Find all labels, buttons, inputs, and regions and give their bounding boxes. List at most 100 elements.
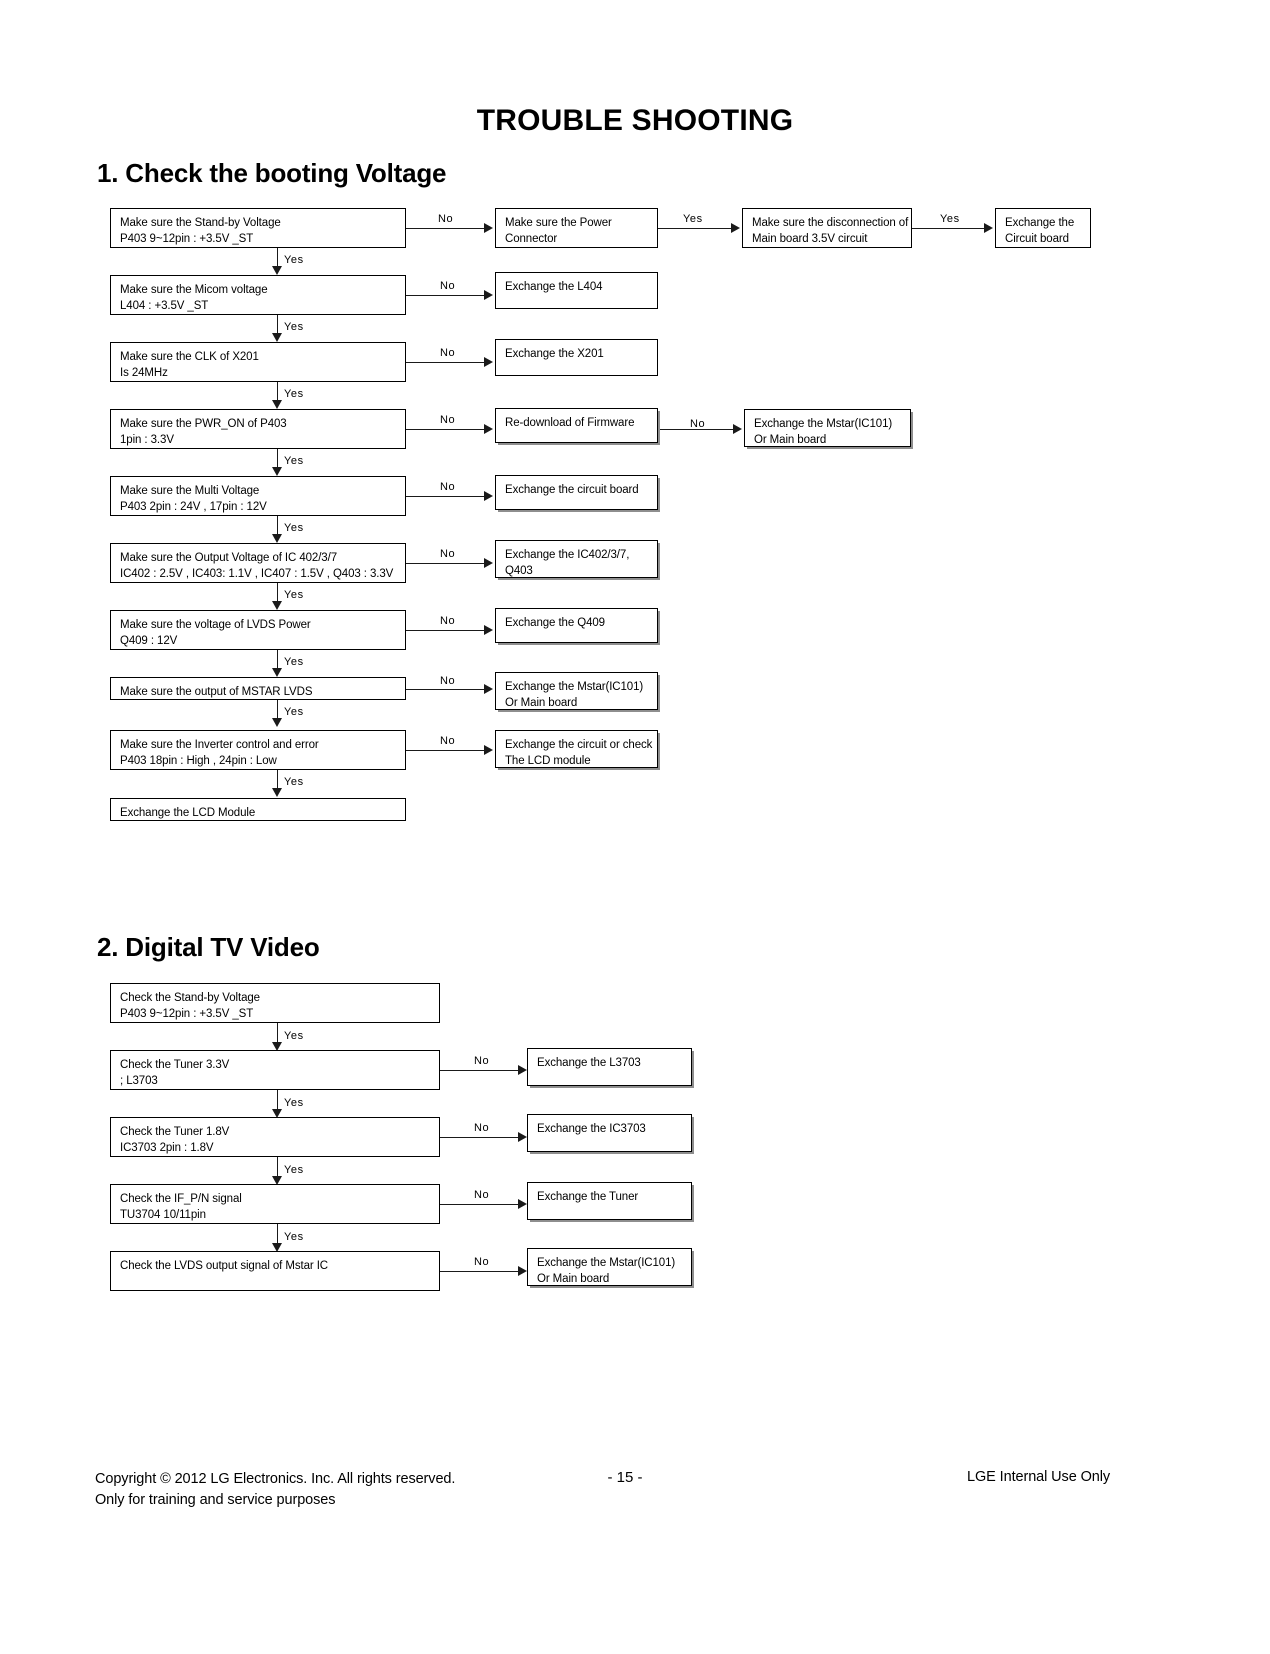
flow1-row1-action2-box: Make sure the disconnection of Main boar… <box>742 208 912 248</box>
box-line-1: Re-download of Firmware <box>505 417 635 429</box>
flow1-row6-action-box: Exchange the IC402/3/7, Q403 <box>495 540 658 578</box>
box-line-2: Or Main board <box>505 696 578 709</box>
flow1-row8-check-box: Make sure the output of MSTAR LVDS <box>110 677 406 700</box>
flow1-row2-action-box: Exchange the L404 <box>495 272 658 309</box>
box-line-1: Exchange the Q409 <box>505 617 605 629</box>
flow1-row4-down-label: Yes <box>284 455 304 467</box>
flow1-row8-branch-label: No <box>440 675 456 687</box>
box-line-2: IC3703 2pin : 1.8V <box>120 1141 214 1154</box>
flow1-row5-check-box: Make sure the Multi Voltage P403 2pin : … <box>110 476 406 516</box>
box-line-2: Is 24MHz <box>120 366 168 379</box>
flow1-row1-check-box: Make sure the Stand-by Voltage P403 9~12… <box>110 208 406 248</box>
box-line-1: Exchange the L3703 <box>537 1057 641 1069</box>
flow1-row5-action-box: Exchange the circuit board <box>495 475 658 510</box>
flow2-row3-connector-right <box>440 1137 518 1138</box>
flow1-row4-connector-right <box>406 429 484 430</box>
flow1-row1-arrow-right <box>484 223 493 233</box>
box-line-1: Exchange the Mstar(IC101) <box>505 681 644 693</box>
flow1-row2-check-box: Make sure the Micom voltage L404 : +3.5V… <box>110 275 406 315</box>
flow1-row6-arrow-right <box>484 558 493 568</box>
box-line-1: Exchange the <box>1005 217 1075 229</box>
flow1-row4-branch2-label: No <box>690 418 706 430</box>
flow2-row5-action-box: Exchange the Mstar(IC101) Or Main board <box>527 1248 692 1286</box>
footer-notice: LGE Internal Use Only <box>967 1469 1110 1485</box>
flow1-row1-connector-right <box>406 228 484 229</box>
flow1-row7-branch-label: No <box>440 615 456 627</box>
flow1-row3-branch-label: No <box>440 347 456 359</box>
box-line-2: ; L3703 <box>120 1074 158 1087</box>
flow1-row6-branch-label: No <box>440 548 456 560</box>
box-line-1: Check the Tuner 1.8V <box>120 1126 230 1138</box>
section-1-heading: 1. Check the booting Voltage <box>97 158 447 188</box>
flow1-row7-action-box: Exchange the Q409 <box>495 608 658 643</box>
flow1-row1-branch3-label: Yes <box>940 213 960 225</box>
flow1-row4-branch-label: No <box>440 414 456 426</box>
flow1-row3-arrow-down <box>272 400 282 409</box>
box-line-2: Q409 : 12V <box>120 634 178 647</box>
box-line-2: IC402 : 2.5V , IC403: 1.1V , IC407 : 1.5… <box>120 567 394 580</box>
box-line-1: Exchange the IC3703 <box>537 1123 646 1135</box>
flow2-row1-down-label: Yes <box>284 1030 304 1042</box>
flow2-row3-arrow-right <box>518 1132 527 1142</box>
box-line-1: Make sure the disconnection of <box>752 217 909 229</box>
flow2-row2-connector-right <box>440 1070 518 1071</box>
box-line-1: Exchange the L404 <box>505 281 603 293</box>
flow2-row2-action-box: Exchange the L3703 <box>527 1048 692 1086</box>
box-line-2: P403 9~12pin : +3.5V _ST <box>120 1007 254 1020</box>
box-line-1: Make sure the Output Voltage of IC 402/3… <box>120 552 337 564</box>
box-line-1: Make sure the Micom voltage <box>120 284 268 296</box>
box-line-1: Exchange the IC402/3/7, <box>505 549 630 561</box>
flow2-row2-arrow-right <box>518 1065 527 1075</box>
flow1-row8-arrow-right <box>484 684 493 694</box>
flow1-row5-arrow-down <box>272 534 282 543</box>
flow1-row1-arrow-right-3 <box>984 223 993 233</box>
flow1-row9-action-box: Exchange the circuit or check The LCD mo… <box>495 730 658 768</box>
box-line-1: Make sure the output of MSTAR LVDS <box>120 686 313 698</box>
flow1-row7-arrow-down <box>272 668 282 677</box>
footer-copyright: Copyright © 2012 LG Electronics. Inc. Al… <box>95 1469 455 1511</box>
box-line-2: P403 9~12pin : +3.5V _ST <box>120 232 254 245</box>
flow1-row6-arrow-down <box>272 601 282 610</box>
flow1-row8-action-box: Exchange the Mstar(IC101) Or Main board <box>495 672 658 710</box>
flow1-row7-check-box: Make sure the voltage of LVDS Power Q409… <box>110 610 406 650</box>
page-canvas: TROUBLE SHOOTING 1. Check the booting Vo… <box>0 0 1270 1654</box>
flow1-row4-arrow-right <box>484 424 493 434</box>
flow1-row9-branch-label: No <box>440 735 456 747</box>
flow2-row1-check-box: Check the Stand-by Voltage P403 9~12pin … <box>110 983 440 1023</box>
flow2-row4-check-box: Check the IF_P/N signal TU3704 10/11pin <box>110 1184 440 1224</box>
flow1-row1-connector-right-3 <box>912 228 984 229</box>
flow1-row8-down-label: Yes <box>284 706 304 718</box>
box-line-1: Exchange the LCD Module <box>120 807 256 819</box>
box-line-2: 1pin : 3.3V <box>120 433 174 446</box>
box-line-2: The LCD module <box>505 754 591 767</box>
flow1-row4-arrow-right-2 <box>733 424 742 434</box>
flow2-row5-connector-right <box>440 1271 518 1272</box>
flow2-row3-branch-label: No <box>474 1122 490 1134</box>
box-line-2: Or Main board <box>537 1272 610 1285</box>
box-line-1: Exchange the X201 <box>505 348 604 360</box>
flow1-row2-arrow-down <box>272 333 282 342</box>
flow1-row9-connector-right <box>406 750 484 751</box>
flow1-row7-down-label: Yes <box>284 656 304 668</box>
box-line-1: Make sure the voltage of LVDS Power <box>120 619 311 631</box>
flow1-row2-arrow-right <box>484 290 493 300</box>
box-line-2: Main board 3.5V circuit <box>752 232 868 245</box>
flow1-row6-connector-right <box>406 563 484 564</box>
flow1-row10-terminal-box: Exchange the LCD Module <box>110 798 406 821</box>
box-line-1: Make sure the Inverter control and error <box>120 739 319 751</box>
box-line-2: P403 2pin : 24V , 17pin : 12V <box>120 500 267 513</box>
flow1-row6-down-label: Yes <box>284 589 304 601</box>
flow1-row7-arrow-right <box>484 625 493 635</box>
box-line-2: Connector <box>505 232 558 245</box>
flow1-row8-connector-right <box>406 689 484 690</box>
flow2-row3-down-label: Yes <box>284 1164 304 1176</box>
flow2-row2-down-label: Yes <box>284 1097 304 1109</box>
box-line-1: Exchange the Mstar(IC101) <box>537 1257 676 1269</box>
page-title: TROUBLE SHOOTING <box>476 104 794 137</box>
flow2-row5-check-box: Check the LVDS output signal of Mstar IC <box>110 1251 440 1291</box>
flow1-row1-arrow-right-2 <box>731 223 740 233</box>
box-line-1: Make sure the Power <box>505 217 612 229</box>
box-line-2: Q403 <box>505 564 533 577</box>
section-2-heading: 2. Digital TV Video <box>97 932 320 962</box>
flow2-row3-action-box: Exchange the IC3703 <box>527 1114 692 1152</box>
